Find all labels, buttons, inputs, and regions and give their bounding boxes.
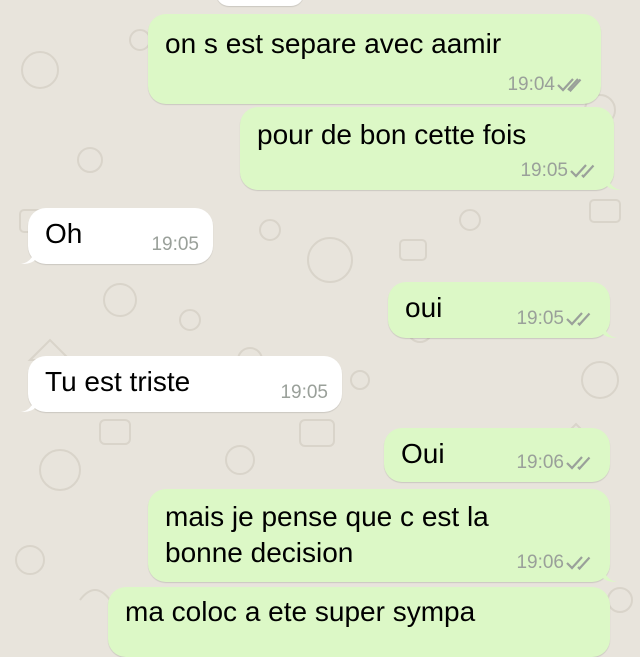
double-check-icon	[557, 78, 582, 93]
message-text-line-2: bonne decision	[165, 537, 354, 568]
bubble-tail	[603, 566, 617, 582]
message-bubble-outgoing[interactable]: on s est separe avec aamir 19:04	[148, 14, 601, 104]
message-timestamp: 19:06	[516, 552, 564, 573]
previous-message-bubble	[216, 0, 304, 6]
message-timestamp: 19:04	[507, 74, 555, 95]
message-timestamp: 19:05	[520, 160, 568, 181]
message-bubble-outgoing[interactable]: Oui 19:06	[384, 428, 610, 482]
message-text: ma coloc a ete super sympa	[125, 596, 476, 627]
message-timestamp: 19:05	[516, 308, 564, 329]
double-check-icon	[566, 456, 591, 471]
message-bubble-outgoing[interactable]: ma coloc a ete super sympa	[108, 587, 610, 657]
message-text: on s est separe avec aamir	[165, 28, 502, 59]
message-timestamp: 19:05	[280, 382, 328, 403]
message-bubble-outgoing[interactable]: oui 19:05	[388, 282, 617, 338]
bubble-tail	[21, 248, 35, 264]
message-text: Oh	[45, 218, 83, 249]
message-text: Tu est triste	[45, 366, 191, 397]
message-bubble-incoming[interactable]: Tu est triste 19:05	[21, 356, 342, 412]
bubble-tail	[607, 174, 621, 190]
message-timestamp: 19:06	[516, 452, 564, 473]
double-check-icon	[566, 556, 591, 571]
double-check-icon	[566, 312, 591, 327]
message-text: pour de bon cette fois	[257, 119, 527, 150]
message-bubble-outgoing[interactable]: pour de bon cette fois 19:05	[240, 107, 621, 190]
double-check-icon	[570, 164, 595, 179]
message-timestamp: 19:05	[151, 234, 199, 255]
message-bubble-incoming[interactable]: Oh 19:05	[21, 208, 213, 264]
bubble-tail	[21, 396, 35, 412]
message-text-line-1: mais je pense que c est la	[165, 501, 489, 532]
message-bubble-outgoing[interactable]: mais je pense que c est la bonne decisio…	[148, 489, 617, 582]
message-text: oui	[405, 292, 443, 323]
message-text: Oui	[401, 438, 445, 469]
bubble-tail	[603, 322, 617, 338]
